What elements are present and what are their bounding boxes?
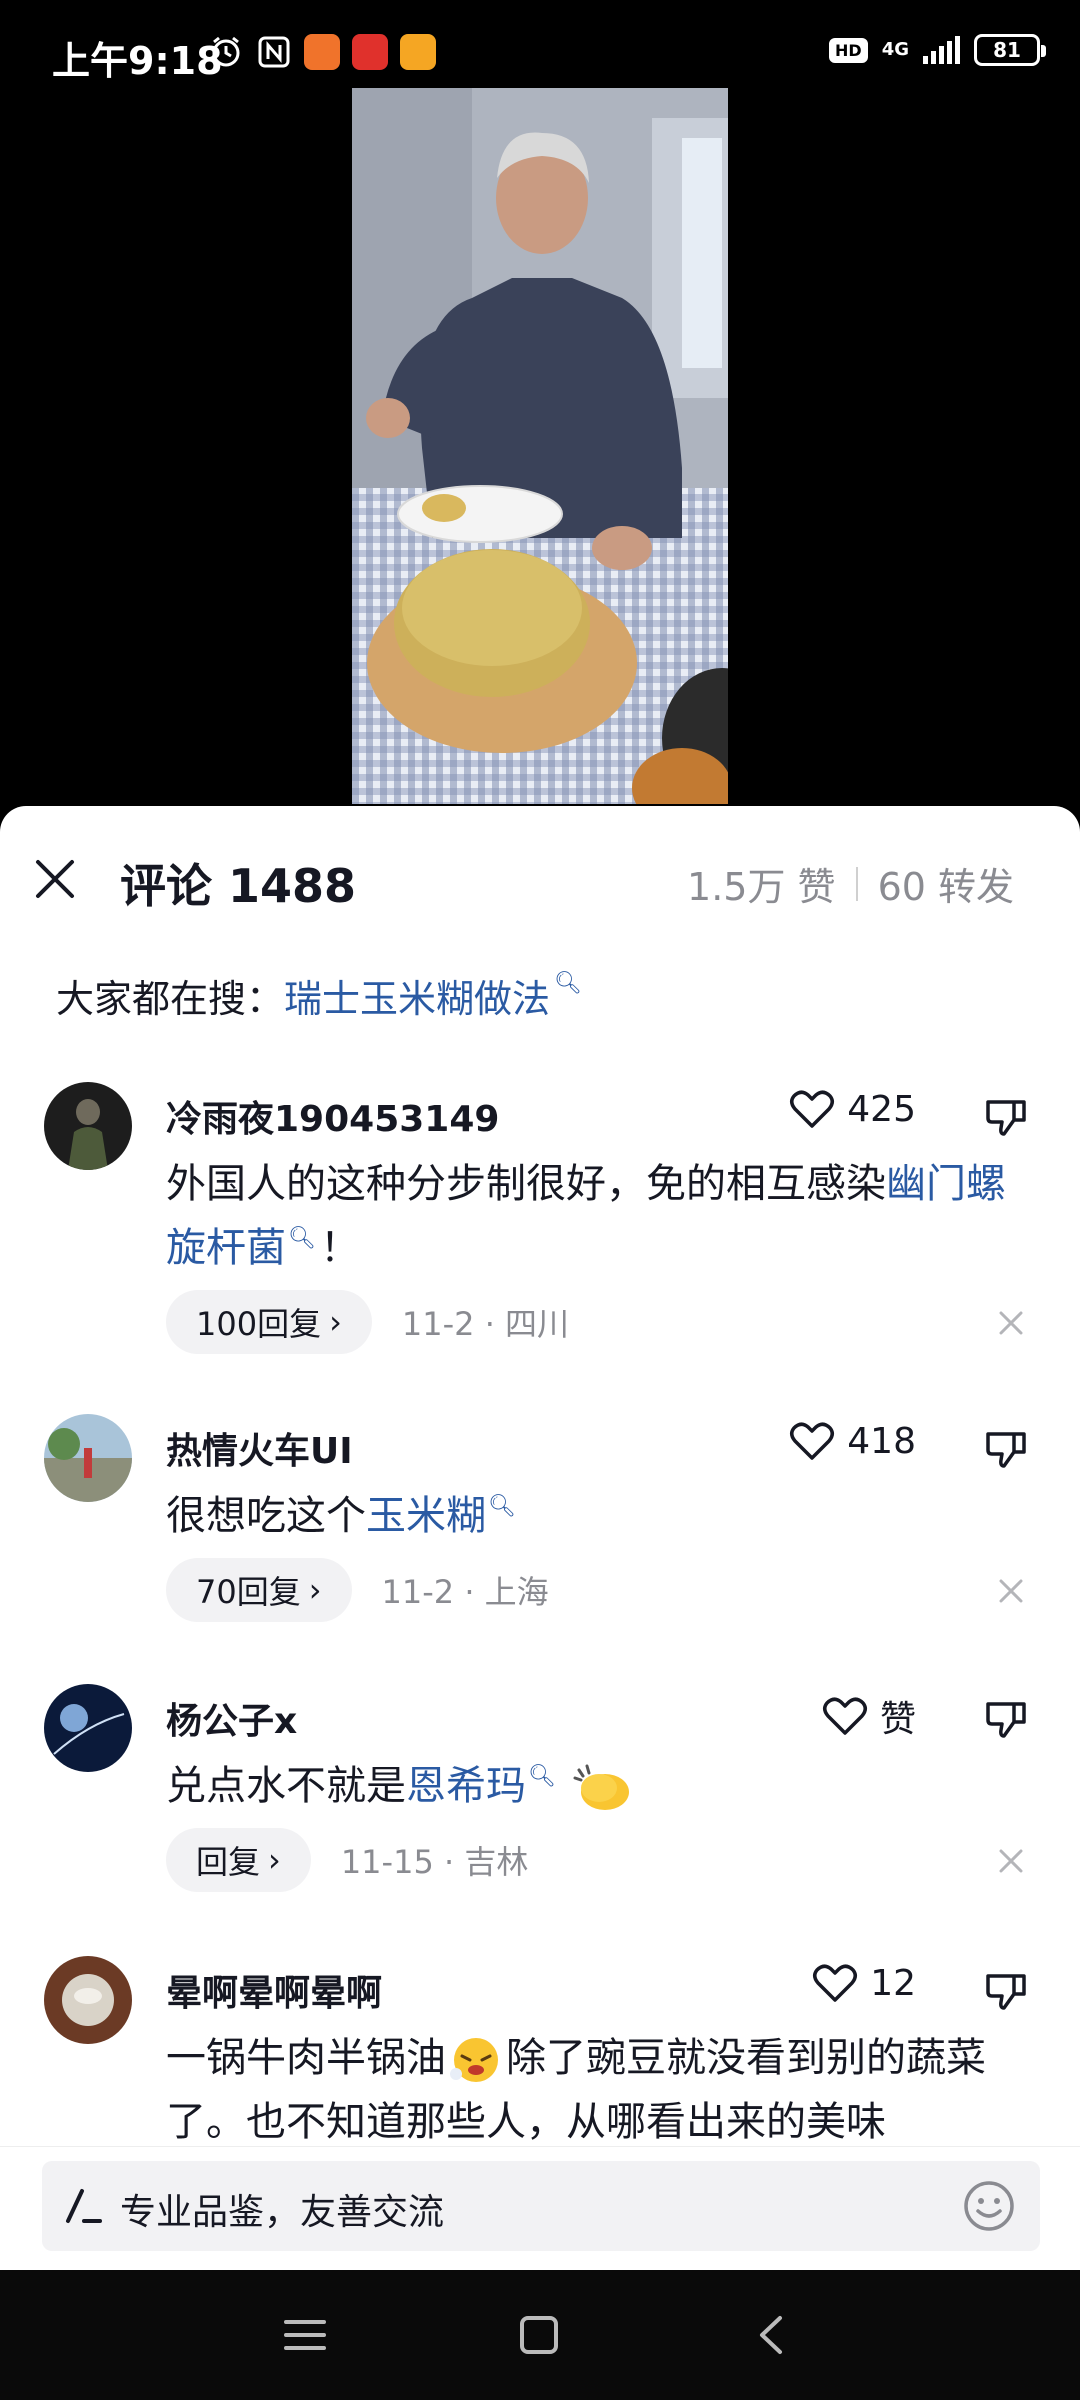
menu-icon[interactable]	[280, 2310, 330, 2360]
like-count: 12	[870, 1962, 916, 2004]
heart-icon	[790, 1090, 835, 1128]
reply-button[interactable]: 回复 ›	[166, 1828, 311, 1892]
video-likes[interactable]: 1.5万 赞	[687, 856, 836, 911]
search-suggestion-link[interactable]: 瑞士玉米糊做法	[284, 968, 550, 1023]
dislike-icon[interactable]	[984, 1698, 1028, 1740]
back-icon[interactable]	[748, 2310, 798, 2360]
search-icon: 🔍︎	[488, 1494, 516, 1519]
reply-row: 100回复 › 11-2 · 四川	[166, 1290, 569, 1354]
video-frame	[352, 88, 728, 804]
heart-icon	[822, 1697, 867, 1735]
dismiss-icon[interactable]	[998, 1578, 1024, 1604]
avatar[interactable]	[44, 1684, 132, 1772]
comment-input-bar: 专业品鉴，友善交流	[0, 2146, 1080, 2270]
like-count: 425	[847, 1088, 916, 1130]
reply-count: 70回复	[196, 1573, 301, 1611]
comment-input-placeholder: 专业品鉴，友善交流	[120, 2192, 445, 2233]
tired-face-emoji-icon	[450, 2038, 498, 2082]
view-replies-button[interactable]: 70回复 ›	[166, 1558, 352, 1622]
comment-body: 很想吃这个	[166, 1493, 366, 1539]
notification-icons	[208, 34, 436, 70]
dislike-icon[interactable]	[984, 1428, 1028, 1470]
reply-row: 回复 › 11-15 · 吉林	[166, 1828, 528, 1892]
clapping-hands-emoji-icon	[573, 1764, 629, 1810]
view-replies-button[interactable]: 100回复 ›	[166, 1290, 372, 1354]
reply-row: 70回复 › 11-2 · 上海	[166, 1558, 549, 1622]
comment-body-end: ！	[319, 1225, 360, 1271]
comment-username[interactable]: 热情火车UI	[166, 1422, 353, 1474]
battery-icon: 81	[974, 34, 1046, 66]
chevron-right-icon: ›	[308, 1571, 322, 1609]
pen-icon	[66, 2189, 102, 2223]
search-icon: 🔍︎	[288, 1226, 316, 1251]
comment-meta: 11-2 · 上海	[381, 1573, 549, 1611]
comment-text: 外国人的这种分步制很好，免的相互感染幽门螺旋杆菌🔍︎！	[166, 1152, 1026, 1287]
like-label: 赞	[879, 1699, 916, 1740]
comment-meta: 11-2 · 四川	[401, 1305, 570, 1343]
signal-icon	[923, 36, 960, 64]
heart-icon	[790, 1422, 835, 1460]
comment-username[interactable]: 晕啊晕啊晕啊	[166, 1964, 382, 2016]
chevron-right-icon: ›	[329, 1303, 342, 1341]
comment-text: 兑点水不就是恩希玛🔍︎	[166, 1754, 1026, 1825]
avatar[interactable]	[44, 1414, 132, 1502]
comment-keyword-link[interactable]: 恩希玛	[406, 1763, 526, 1809]
like-button[interactable]: 418	[789, 1420, 916, 1462]
comment-panel: 评论 1488 1.5万 赞 60 转发 大家都在搜： 瑞士玉米糊做法 🔍︎ 冷…	[0, 806, 1080, 2270]
search-prefix: 大家都在搜：	[56, 977, 285, 1021]
dismiss-icon[interactable]	[998, 1310, 1024, 1336]
comment-text: 很想吃这个玉米糊🔍︎	[166, 1484, 1026, 1555]
dislike-icon[interactable]	[984, 1096, 1028, 1138]
avatar[interactable]	[44, 1082, 132, 1170]
dislike-icon[interactable]	[984, 1970, 1028, 2012]
system-icons: HD 4G 81	[829, 34, 1046, 66]
system-nav-bar	[0, 2270, 1080, 2400]
emoji-picker-icon[interactable]	[962, 2179, 1016, 2233]
stats-divider	[855, 866, 858, 901]
comment-username[interactable]: 杨公子x	[166, 1692, 297, 1744]
like-button[interactable]: 12	[812, 1962, 916, 2004]
home-icon[interactable]	[514, 2310, 564, 2360]
app-icon-red	[352, 34, 388, 70]
battery-level: 81	[993, 38, 1021, 62]
avatar[interactable]	[44, 1956, 132, 2044]
comment-body: 兑点水不就是	[166, 1763, 406, 1809]
comment-keyword-link[interactable]: 玉米糊	[366, 1493, 486, 1539]
comment-panel-header: 评论 1488 1.5万 赞 60 转发	[0, 806, 1080, 936]
video-player[interactable]	[352, 88, 728, 804]
comment-text: 一锅牛肉半锅油 除了豌豆就没看到别的蔬菜了。也不知道那些人，从哪看出来的美味	[166, 2026, 1026, 2154]
hd-badge: HD	[829, 37, 868, 63]
alarm-icon	[208, 34, 244, 70]
close-icon[interactable]	[30, 854, 80, 904]
video-stats: 1.5万 赞 60 转发	[687, 856, 1014, 911]
reply-count: 100回复	[196, 1305, 322, 1343]
chevron-right-icon: ›	[268, 1841, 281, 1879]
like-count: 418	[847, 1420, 916, 1462]
comment-username[interactable]: 冷雨夜190453149	[166, 1090, 499, 1142]
search-icon: 🔍︎	[528, 1764, 556, 1789]
app-icon-orange	[304, 34, 340, 70]
status-time: 上午9:18	[52, 39, 223, 83]
comment-meta: 11-15 · 吉林	[340, 1843, 529, 1881]
dismiss-icon[interactable]	[998, 1848, 1024, 1874]
search-icon: 🔍︎	[554, 971, 582, 996]
comment-body: 一锅牛肉半锅油	[166, 2035, 446, 2081]
comment-count-title: 评论 1488	[120, 859, 357, 913]
like-button[interactable]: 425	[789, 1088, 916, 1130]
reply-label: 回复	[196, 1843, 261, 1881]
heart-icon	[813, 1964, 858, 2002]
network-type: 4G	[881, 39, 909, 60]
like-button[interactable]: 赞	[822, 1690, 916, 1742]
comment-body: 外国人的这种分步制很好，免的相互感染	[166, 1161, 886, 1207]
video-shares[interactable]: 60 转发	[878, 856, 1014, 911]
nfc-icon	[256, 34, 292, 70]
comment-input[interactable]: 专业品鉴，友善交流	[42, 2161, 1040, 2251]
app-icon-yellow	[400, 34, 436, 70]
trending-search: 大家都在搜： 瑞士玉米糊做法 🔍︎	[56, 968, 582, 1023]
